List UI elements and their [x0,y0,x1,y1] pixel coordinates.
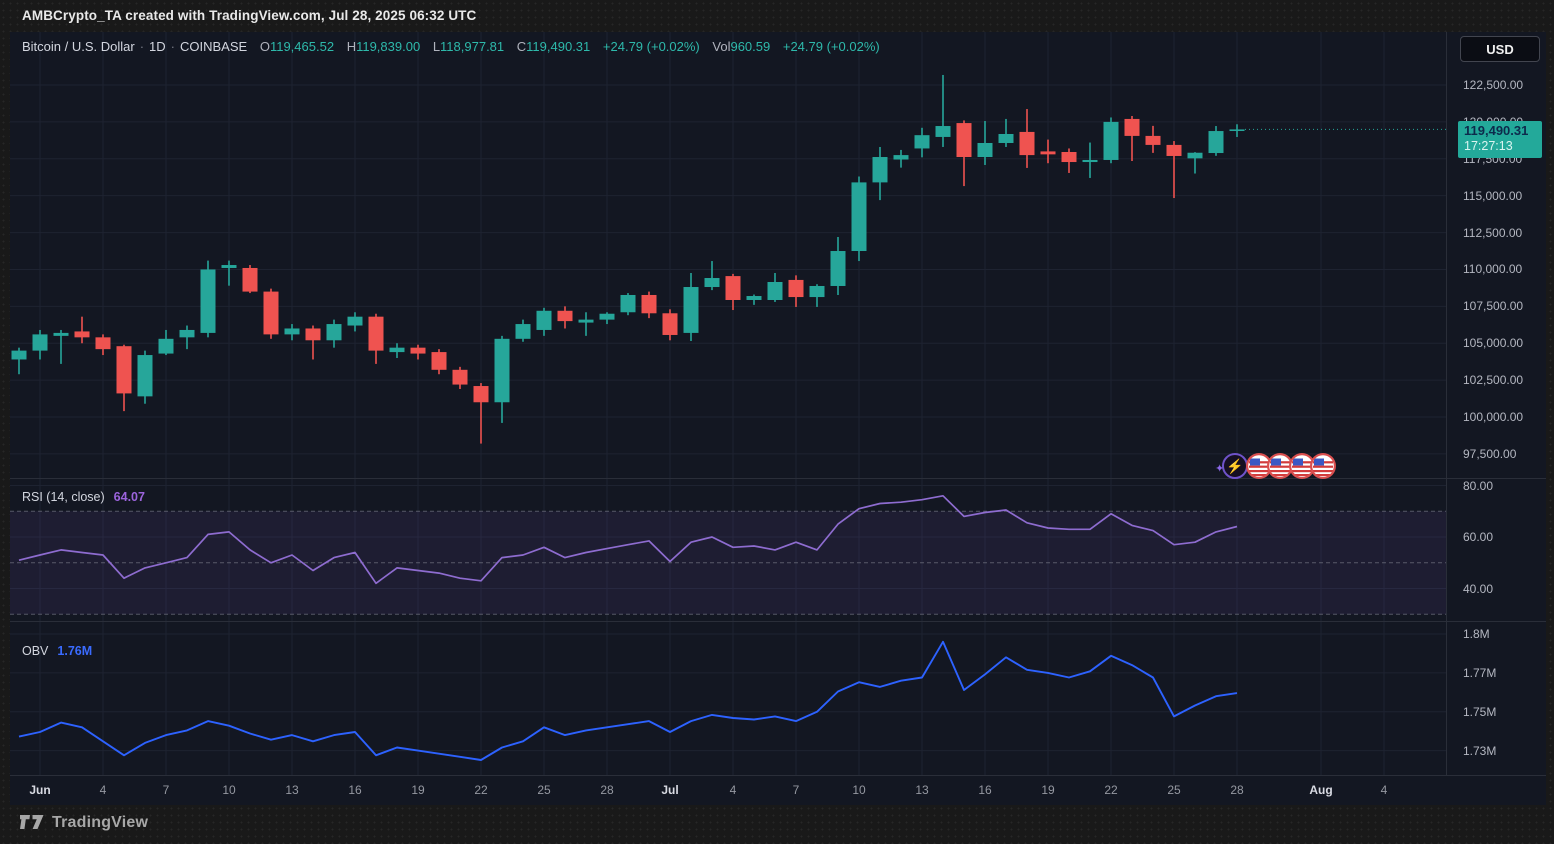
volume-value: 960.59 [730,39,770,54]
last-price-value: 119,490.31 [1464,123,1542,139]
price-tick-label: 1.73M [1463,744,1496,758]
time-tick-label: 7 [163,783,170,797]
tradingview-logo-icon [20,815,44,832]
tradingview-attribution[interactable]: TradingView [20,814,148,832]
price-tick-label: 122,500.00 [1463,78,1523,92]
obv-value: 1.76M [57,644,92,658]
lightning-icon[interactable]: ✦⚡ [1222,453,1248,479]
obv-title[interactable]: OBV [22,644,48,658]
price-axis[interactable]: USD 122,500.00120,000.00117,500.00115,00… [1447,32,1546,775]
time-tick-label: 13 [285,783,298,797]
price-tick-label: 115,000.00 [1463,189,1522,203]
time-tick-label: 19 [411,783,424,797]
price-tick-label: 100,000.00 [1463,410,1523,424]
price-tick-label: 107,500.00 [1463,299,1523,313]
price-tick-label: 1.77M [1463,666,1496,680]
close-key: C [517,39,526,54]
us-flag-icon[interactable] [1310,453,1336,479]
time-tick-label: 10 [852,783,865,797]
tradingview-brand-text: TradingView [52,814,148,832]
price-tick-label: 80.00 [1463,479,1493,493]
high-key: H [347,39,356,54]
time-tick-label: 4 [1381,783,1388,797]
last-price-label: 119,490.31 17:27:13 [1458,121,1542,158]
bar-countdown: 17:27:13 [1464,139,1542,155]
price-tick-label: 60.00 [1463,530,1493,544]
price-tick-label: 110,000.00 [1463,262,1522,276]
symbol-legend[interactable]: Bitcoin / U.S. Dollar·1D·COINBASE O119,4… [22,39,880,54]
time-tick-label: 7 [793,783,800,797]
price-tick-label: 40.00 [1463,582,1493,596]
volume-key: Vol [712,39,730,54]
time-tick-label: 19 [1041,783,1054,797]
rsi-legend[interactable]: RSI (14, close) 64.07 [22,490,145,504]
time-tick-label: 4 [730,783,737,797]
symbol-name[interactable]: Bitcoin / U.S. Dollar [22,39,135,54]
time-tick-label: 25 [1167,783,1180,797]
obv-legend[interactable]: OBV 1.76M [22,644,92,658]
time-tick-label: 4 [100,783,107,797]
price-tick-label: 102,500.00 [1463,373,1523,387]
time-tick-label: 13 [915,783,928,797]
time-tick-label: Jun [29,783,50,797]
chart-container: Bitcoin / U.S. Dollar·1D·COINBASE O119,4… [10,32,1546,805]
time-tick-label: 25 [537,783,550,797]
time-axis[interactable]: Jun 4 7 10 13 16 19 22 25 28 Jul 4 7 10 13 16 19 22 25 28 Au… [10,775,1546,805]
panel-separator[interactable] [10,621,1546,622]
interval-label[interactable]: 1D [149,39,166,54]
time-tick-label: 22 [474,783,487,797]
price-tick-label: 97,500.00 [1463,447,1516,461]
open-key: O [260,39,270,54]
exchange-label[interactable]: COINBASE [180,39,247,54]
price-tick-label: 112,500.00 [1463,226,1522,240]
price-tick-label: 1.8M [1463,627,1490,641]
panel-separator[interactable] [10,478,1546,479]
sparkle-icon: ✦ [1215,462,1224,475]
rsi-value: 64.07 [114,490,145,504]
currency-button[interactable]: USD [1460,36,1540,62]
time-tick-label: 28 [1230,783,1243,797]
rsi-panel[interactable] [10,478,1446,621]
time-tick-label: 28 [600,783,613,797]
page: { "header": { "attribution": "AMBCrypto_… [0,0,1554,844]
price-chart-panel[interactable] [10,32,1446,478]
time-tick-label: Aug [1309,783,1332,797]
high-value: 119,839.00 [356,39,420,54]
obv-panel[interactable] [10,621,1446,775]
time-tick-label: Jul [661,783,678,797]
attribution-text: AMBCrypto_TA created with TradingView.co… [22,8,476,23]
price-tick-label: 1.75M [1463,705,1496,719]
time-tick-label: 10 [222,783,235,797]
low-key: L [433,39,440,54]
change-value: +24.79 (+0.02%) [603,39,700,54]
time-tick-label: 16 [978,783,991,797]
close-value: 119,490.31 [526,39,590,54]
open-value: 119,465.52 [270,39,334,54]
time-tick-label: 22 [1104,783,1117,797]
rsi-title[interactable]: RSI (14, close) [22,490,105,504]
price-tick-label: 105,000.00 [1463,336,1523,350]
volume-change: +24.79 (+0.02%) [783,39,880,54]
time-tick-label: 16 [348,783,361,797]
low-value: 118,977.81 [440,39,504,54]
